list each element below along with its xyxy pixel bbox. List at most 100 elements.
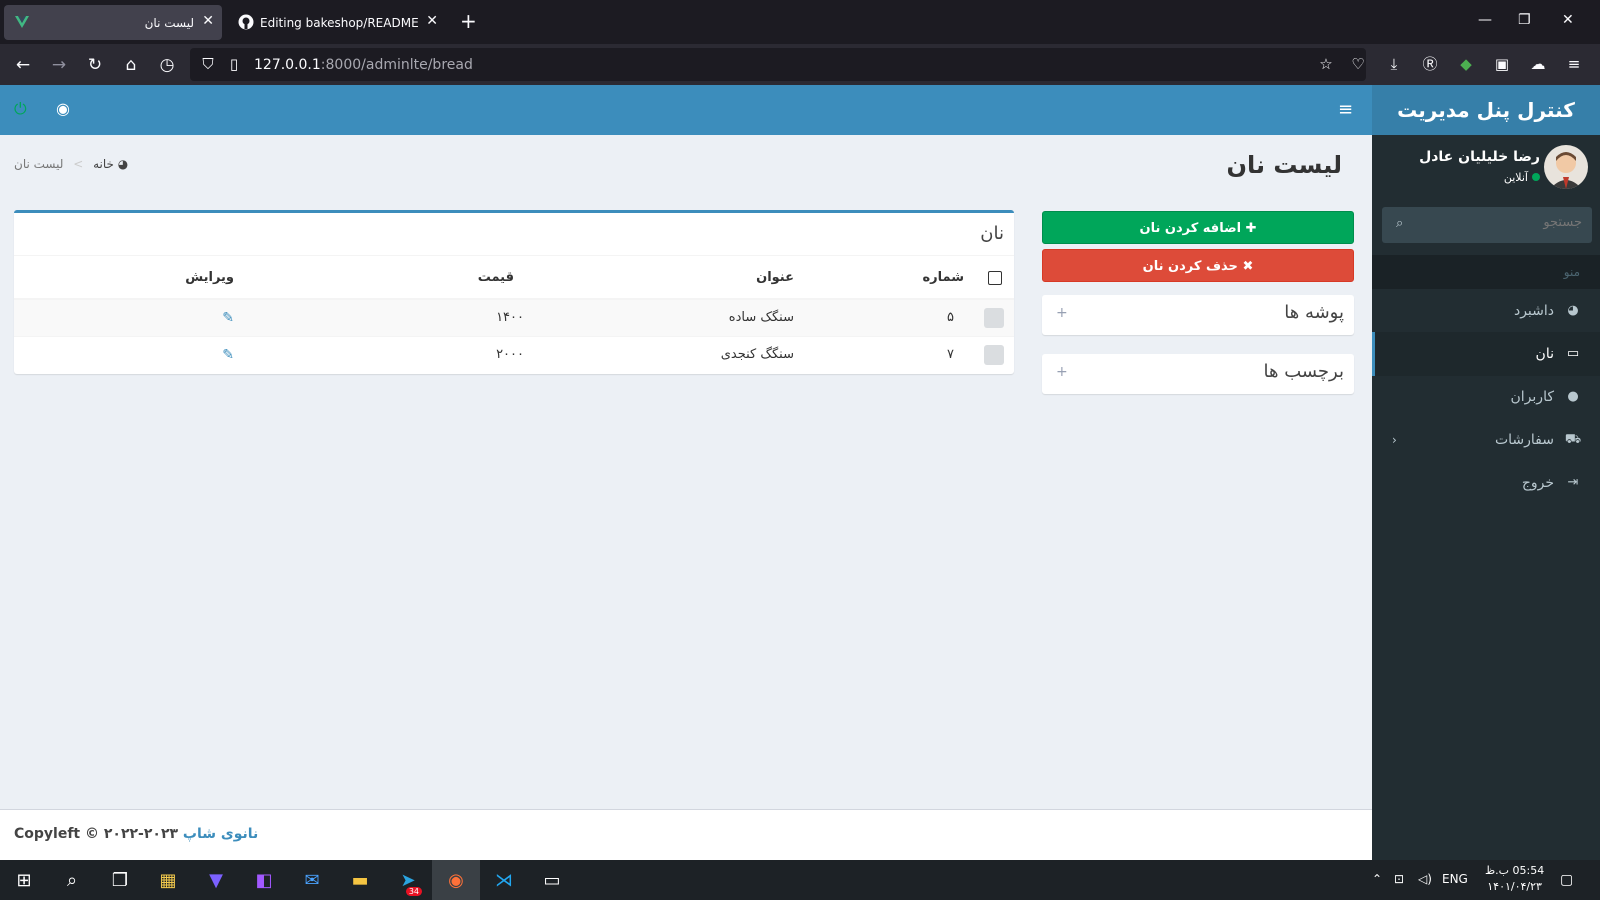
- terminal-icon[interactable]: ▭: [528, 860, 576, 900]
- download-icon[interactable]: ⤓: [1384, 54, 1404, 74]
- search-icon[interactable]: ⌕: [1396, 216, 1403, 231]
- extension-b-icon[interactable]: ▣: [1492, 54, 1512, 74]
- firefox-icon[interactable]: ◉: [432, 860, 480, 900]
- minimize-icon[interactable]: —: [1478, 12, 1492, 28]
- github-icon: [238, 14, 254, 30]
- visual-studio-icon[interactable]: ◧: [240, 860, 288, 900]
- delete-bread-button[interactable]: ✖ حذف کردن نان: [1042, 249, 1354, 282]
- sidebar-search: ⌕: [1382, 207, 1592, 243]
- windows-start-icon[interactable]: ⊞: [0, 860, 48, 900]
- menu-icon[interactable]: ≡: [1564, 54, 1584, 74]
- widget-title: برچسب ها: [1263, 361, 1345, 382]
- column-header-edit: ویرایش: [14, 257, 254, 300]
- extension-color-icon[interactable]: ◆: [1456, 54, 1476, 74]
- back-icon[interactable]: ←: [12, 54, 34, 76]
- sidebar-item-dashboard[interactable]: ◕ داشبرد: [1372, 289, 1600, 333]
- app-logo[interactable]: کنترل پنل مدیریت: [1372, 85, 1600, 135]
- expand-plus-icon[interactable]: +: [1056, 305, 1068, 321]
- close-tab-icon[interactable]: ✕: [426, 13, 438, 29]
- main-header: ⏻ ◉ ≡: [0, 85, 1372, 135]
- content-area: لیست نان ◕ خانه > لیست نان ✚ اضافه کردن …: [0, 135, 1372, 807]
- dashboard-icon: ◕: [1567, 303, 1579, 318]
- clock[interactable]: 05:54 ب.ظ ۱۴۰۱/۰۴/۲۳: [1485, 863, 1544, 895]
- cell-number: ۵: [794, 298, 964, 336]
- network-icon[interactable]: ⊡: [1394, 872, 1404, 886]
- store-icon[interactable]: ▦: [144, 860, 192, 900]
- pocket-icon[interactable]: ♡: [1348, 54, 1368, 74]
- dashboard-icon: ◕: [117, 157, 129, 171]
- extension-r-icon[interactable]: Ⓡ: [1420, 54, 1440, 74]
- url-text[interactable]: 127.0.0.1:8000/adminlte/bread: [254, 57, 473, 73]
- notification-icon[interactable]: ▢: [1560, 872, 1573, 888]
- footer-link[interactable]: نانوی شاپ: [183, 826, 258, 842]
- user-name: رضا خلیلیان عادل: [1419, 149, 1540, 165]
- admin-app: ⏻ ◉ ≡ کنترل پنل مدیریت رضا خلیلیان عادل …: [0, 85, 1600, 860]
- extension-cloud-icon[interactable]: ☁: [1528, 54, 1548, 74]
- user-status: آنلاین: [1504, 171, 1540, 184]
- widget-title: پوشه ها: [1284, 302, 1344, 323]
- row-checkbox[interactable]: [984, 307, 1004, 328]
- column-header-price: قیمت: [254, 257, 554, 300]
- column-header-title: عنوان: [554, 257, 794, 300]
- windows-taskbar: ⊞ ⌕ ❐ ▦ ▼ ◧ ✉ ▬ ➤ 34 ◉ ⋊ ▭ ⌃ ⊡ ◁) ENG 05:…: [0, 860, 1600, 900]
- bread-table: شماره عنوان قیمت ویرایش ۵ سنگک ساده ۱۴۰۰…: [14, 257, 1014, 373]
- page-icon: ▯: [229, 55, 239, 73]
- sign-out-icon: ⇥: [1567, 475, 1579, 490]
- chevron-left-icon: ‹: [1392, 433, 1397, 447]
- reload-icon[interactable]: ↻: [84, 54, 106, 76]
- footer-text: نانوی شاپ Copyleft © ۲۰۲۲-۲۰۲۳: [14, 826, 258, 842]
- cart-icon: ⛟: [1564, 432, 1582, 447]
- bookmark-star-icon[interactable]: ☆: [1316, 54, 1336, 74]
- power-icon[interactable]: ⏻: [14, 99, 27, 119]
- pencil-icon[interactable]: ✎: [222, 310, 234, 326]
- tab-github-readme[interactable]: Editing bakeshop/README.md ✕: [228, 5, 446, 40]
- expand-plus-icon[interactable]: +: [1056, 364, 1068, 380]
- vscode-icon[interactable]: ⋊: [480, 860, 528, 900]
- row-checkbox[interactable]: [984, 344, 1004, 365]
- chevron-up-icon[interactable]: ⌃: [1372, 872, 1382, 886]
- browser-tab-bar: لیست نان ✕ Editing bakeshop/README.md ✕ …: [0, 0, 1600, 44]
- folders-widget[interactable]: پوشه ها +: [1042, 295, 1354, 335]
- sidebar-item-users[interactable]: ● کاربران: [1372, 375, 1600, 419]
- column-header-number: شماره: [794, 257, 964, 300]
- sidebar-item-orders[interactable]: ⛟ سفارشات ‹: [1372, 418, 1600, 462]
- breadcrumb-home[interactable]: خانه: [93, 157, 114, 171]
- url-bar[interactable]: ⛉ ▯ 127.0.0.1:8000/adminlte/bread ☆: [190, 48, 1366, 81]
- tags-widget[interactable]: برچسب ها +: [1042, 354, 1354, 394]
- search-icon[interactable]: ⌕: [48, 860, 96, 900]
- telegram-icon[interactable]: ➤ 34: [384, 860, 432, 900]
- restore-icon[interactable]: ❐: [1518, 12, 1531, 28]
- search-input[interactable]: [1432, 215, 1582, 230]
- table-row: ۷ سنگگ کنجدی ۲۰۰۰ ✎: [14, 335, 1014, 373]
- cell-price: ۲۰۰۰: [254, 335, 554, 373]
- mail-icon[interactable]: ✉: [288, 860, 336, 900]
- add-bread-button[interactable]: ✚ اضافه کردن نان: [1042, 211, 1354, 244]
- close-tab-icon[interactable]: ✕: [202, 13, 214, 29]
- task-view-icon[interactable]: ❐: [96, 860, 144, 900]
- home-icon[interactable]: ⌂: [120, 54, 142, 76]
- select-all-checkbox[interactable]: [988, 270, 1002, 285]
- breadcrumb-current: لیست نان: [14, 157, 64, 171]
- sidebar-item-bread[interactable]: ▭ نان: [1372, 332, 1600, 376]
- box-title: نان: [980, 223, 1004, 244]
- forward-icon[interactable]: →: [48, 54, 70, 76]
- proton-vpn-icon[interactable]: ▼: [192, 860, 240, 900]
- vue-icon: [15, 16, 29, 28]
- clock-time: 05:54 ب.ظ: [1485, 864, 1545, 877]
- shield-icon[interactable]: ⛉: [198, 54, 218, 74]
- main-footer: نانوی شاپ Copyleft © ۲۰۲۲-۲۰۲۳: [0, 809, 1372, 860]
- history-icon[interactable]: ◷: [156, 54, 178, 76]
- eye-icon[interactable]: ◉: [56, 99, 70, 118]
- pencil-icon[interactable]: ✎: [222, 347, 234, 363]
- menu-header: منو: [1372, 255, 1600, 289]
- sidebar-toggle-icon[interactable]: ≡: [1338, 99, 1353, 120]
- language-indicator[interactable]: ENG: [1442, 872, 1468, 886]
- file-explorer-icon[interactable]: ▬: [336, 860, 384, 900]
- avatar: [1544, 145, 1588, 189]
- close-window-icon[interactable]: ✕: [1562, 12, 1574, 28]
- sidebar-item-logout[interactable]: ⇥ خروج: [1372, 461, 1600, 505]
- tab-bread-list[interactable]: لیست نان ✕: [4, 5, 222, 40]
- new-tab-button[interactable]: +: [460, 10, 477, 32]
- volume-icon[interactable]: ◁): [1418, 872, 1432, 886]
- tab-title: Editing bakeshop/README.md: [260, 15, 418, 30]
